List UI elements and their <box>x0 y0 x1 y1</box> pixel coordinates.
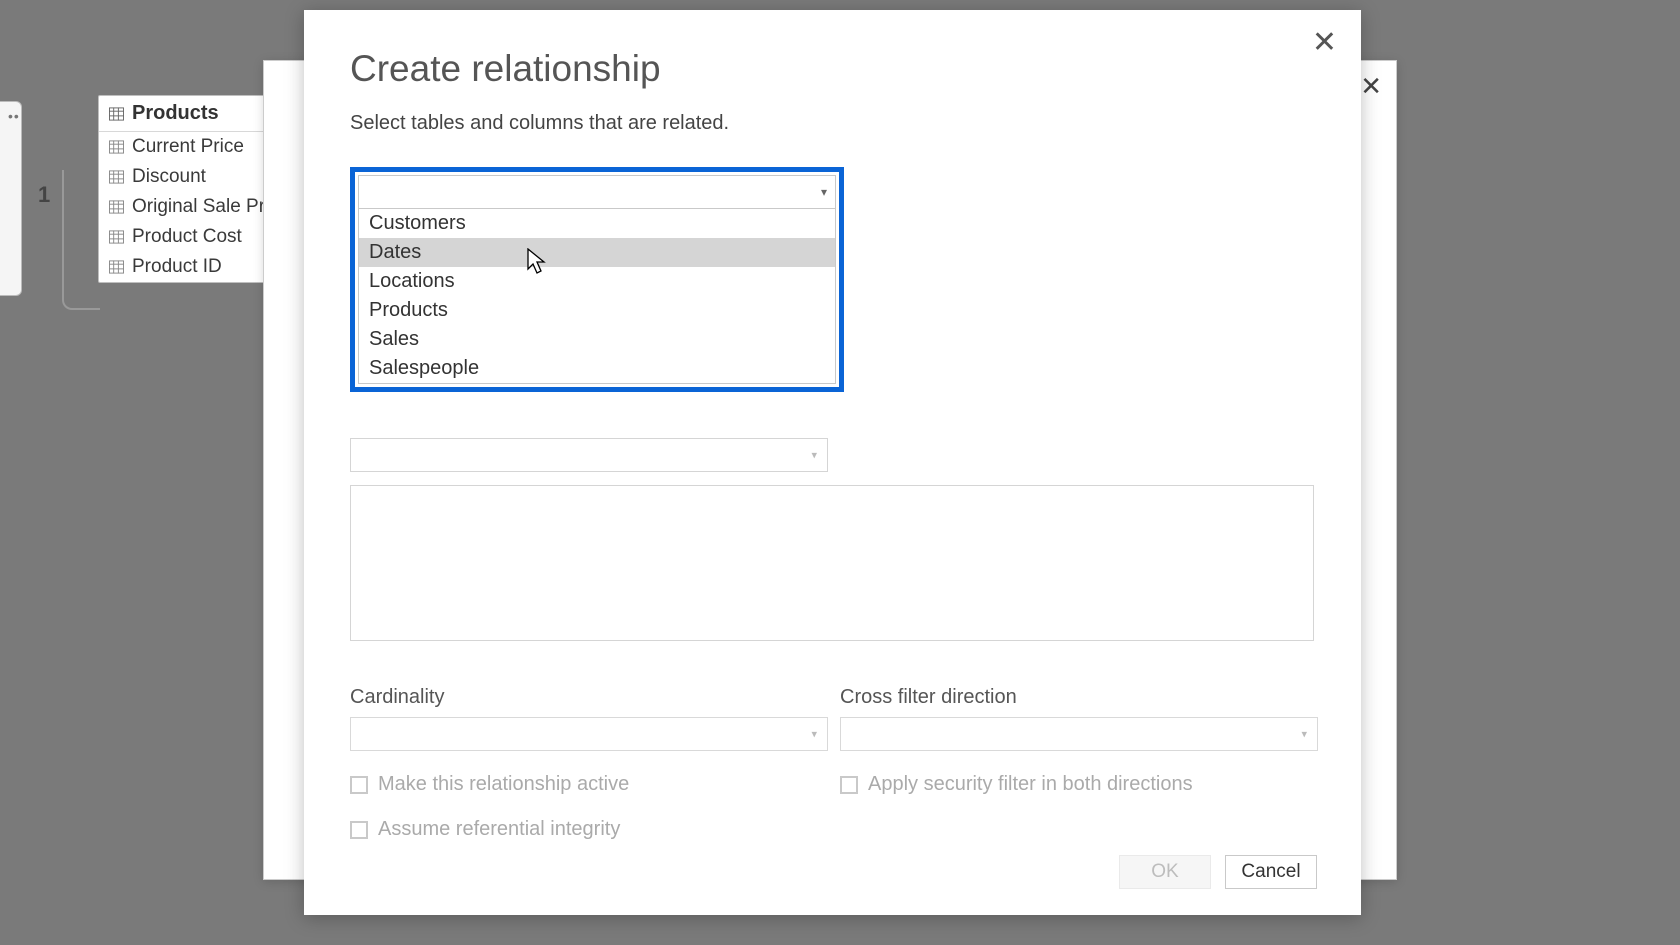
dropdown-option[interactable]: Salespeople <box>359 354 835 383</box>
close-icon[interactable]: ✕ <box>1312 28 1337 58</box>
panel-drag-dots: •• <box>8 108 20 124</box>
field-icon <box>109 140 124 154</box>
make-active-label: Make this relationship active <box>378 773 629 796</box>
security-label: Apply security filter in both directions <box>868 773 1193 796</box>
checkbox-icon[interactable] <box>840 776 858 794</box>
checkbox-icon[interactable] <box>350 821 368 839</box>
dropdown-option[interactable]: Locations <box>359 267 835 296</box>
table-card-title: Products <box>132 102 219 125</box>
first-table-combo[interactable]: ▾ <box>358 175 836 209</box>
table-field-row[interactable]: Original Sale Pri <box>99 192 267 222</box>
dialog-subtitle: Select tables and columns that are relat… <box>350 112 1315 135</box>
field-icon <box>109 230 124 244</box>
crossfilter-label: Cross filter direction <box>840 686 1318 709</box>
field-label: Product ID <box>132 256 222 278</box>
security-filter-checkbox-row[interactable]: Apply security filter in both directions <box>840 773 1318 796</box>
table-field-row[interactable]: Product ID <box>99 252 267 282</box>
crossfilter-combo[interactable]: ▾ <box>840 717 1318 751</box>
checkbox-icon[interactable] <box>350 776 368 794</box>
dropdown-option[interactable]: Products <box>359 296 835 325</box>
relationship-line <box>62 170 100 310</box>
table-card-products[interactable]: Products Current Price Discount Original S… <box>98 95 268 283</box>
referential-label: Assume referential integrity <box>378 818 620 841</box>
table-card-header[interactable]: Products <box>99 96 267 132</box>
chevron-down-icon: ▾ <box>811 728 817 741</box>
cardinality-label: Cardinality <box>350 686 828 709</box>
table-field-row[interactable]: Current Price <box>99 132 267 162</box>
field-icon <box>109 170 124 184</box>
chevron-down-icon: ▾ <box>811 449 817 462</box>
ok-button[interactable]: OK <box>1119 855 1211 889</box>
field-label: Current Price <box>132 136 244 158</box>
field-icon <box>109 260 124 274</box>
second-table-combo[interactable]: ▾ <box>350 438 828 472</box>
create-relationship-dialog: ✕ Create relationship Select tables and … <box>304 10 1361 915</box>
make-active-checkbox-row[interactable]: Make this relationship active <box>350 773 828 796</box>
second-table-preview <box>350 485 1314 641</box>
table-field-row[interactable]: Discount <box>99 162 267 192</box>
field-icon <box>109 200 124 214</box>
table-field-row[interactable]: Product Cost <box>99 222 267 252</box>
field-label: Product Cost <box>132 226 242 248</box>
close-icon[interactable]: ✕ <box>1360 73 1382 99</box>
chevron-down-icon: ▾ <box>821 185 827 199</box>
field-label: Original Sale Pri <box>132 196 267 218</box>
field-label: Discount <box>132 166 206 188</box>
cancel-button[interactable]: Cancel <box>1225 855 1317 889</box>
chevron-down-icon: ▾ <box>1301 728 1307 741</box>
cardinality-combo[interactable]: ▾ <box>350 717 828 751</box>
first-table-selector-highlight: ▾ CustomersDatesLocationsProductsSalesSa… <box>350 167 844 392</box>
dropdown-option[interactable]: Customers <box>359 209 835 238</box>
table-icon <box>109 107 124 121</box>
dropdown-option[interactable]: Dates <box>359 238 835 267</box>
dropdown-option[interactable]: Sales <box>359 325 835 354</box>
minimized-panel: •• <box>0 101 22 296</box>
table-dropdown-list: CustomersDatesLocationsProductsSalesSale… <box>358 209 836 384</box>
relationship-cardinality-1: 1 <box>38 182 50 208</box>
referential-integrity-checkbox-row[interactable]: Assume referential integrity <box>350 818 828 841</box>
dialog-title: Create relationship <box>350 48 1315 90</box>
